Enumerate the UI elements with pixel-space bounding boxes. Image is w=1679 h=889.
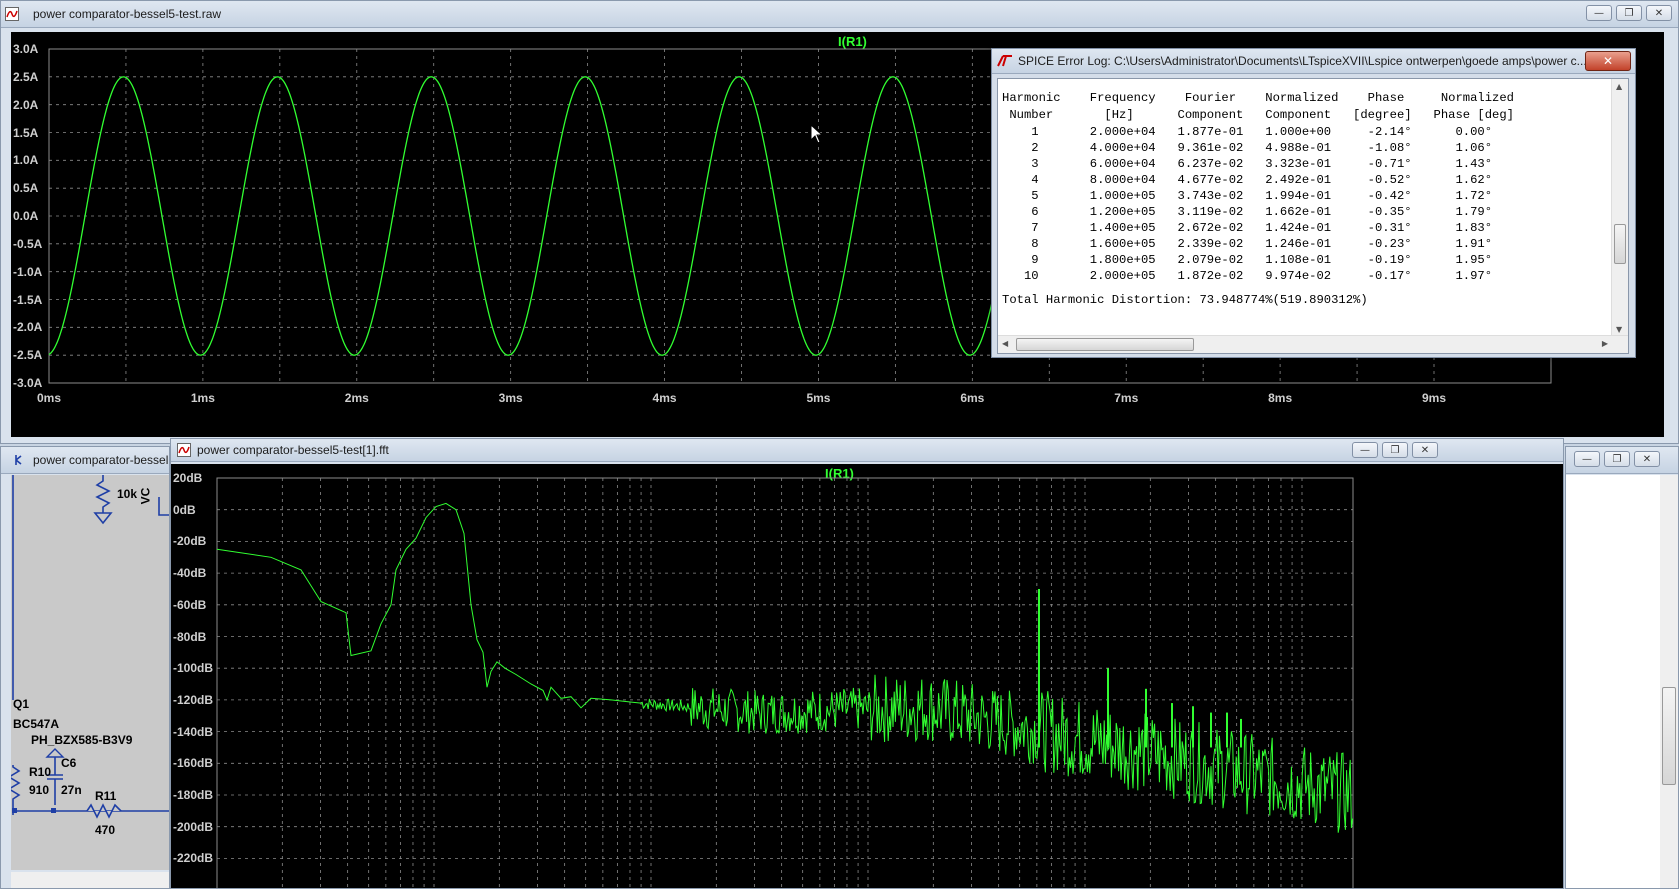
junction-dot (12, 808, 17, 813)
harmonic-row: 8 1.600e+05 2.339e-02 1.246e-01 -0.23° 1… (1002, 237, 1493, 251)
schematic-title: power comparator-bessel (33, 453, 169, 467)
background-window-buttons: — ❐ ✕ (1574, 451, 1660, 467)
zener-symbol (11, 765, 21, 815)
q1-label: Q1 (13, 697, 30, 711)
thd-line: Total Harmonic Distortion: 73.948774%(51… (1002, 293, 1368, 307)
error-log-content[interactable]: Harmonic Frequency Fourier Normalized Ph… (997, 78, 1629, 354)
vertical-scroll-thumb[interactable] (1614, 224, 1626, 264)
schematic-canvas[interactable]: 10k VC Q1 BC547A PH_BZX585-B3V9 R10 C6 9… (11, 475, 169, 870)
close-button[interactable]: ✕ (1634, 451, 1660, 467)
harmonic-row: 3 6.000e+04 6.237e-02 3.323e-01 -0.71° 1… (1002, 157, 1493, 171)
resistor-symbol (95, 475, 111, 513)
close-button[interactable]: ✕ (1646, 5, 1672, 21)
spice-error-log-window: SPICE Error Log: C:\Users\Administrator\… (991, 48, 1636, 358)
minimize-button[interactable]: — (1574, 451, 1600, 467)
harmonic-row: 6 1.200e+05 3.119e-02 1.662e-01 -0.35° 1… (1002, 205, 1493, 219)
harmonic-row: 9 1.800e+05 2.079e-02 1.108e-01 -0.19° 1… (1002, 253, 1493, 267)
restore-button[interactable]: ❐ (1604, 451, 1630, 467)
error-log-horizontal-scrollbar[interactable]: ◀ ▶ (998, 335, 1628, 353)
schematic-window: power comparator-bessel 10k VC Q1 BC547A… (0, 446, 170, 889)
fft-window-buttons: — ❐ ✕ (1352, 442, 1438, 458)
waveform-icon (177, 443, 191, 457)
fft-chart (216, 477, 1354, 888)
wire (158, 497, 169, 516)
mouse-cursor-icon (810, 123, 824, 144)
harmonic-row: 10 2.000e+05 1.872e-02 9.974e-02 -0.17° … (1002, 269, 1493, 283)
fft-noise-trace (640, 674, 1354, 833)
scroll-up-icon[interactable]: ▲ (1616, 82, 1622, 91)
error-log-title: SPICE Error Log: C:\Users\Administrator\… (1018, 54, 1587, 68)
r11-label: R11 (95, 789, 117, 803)
waveform-icon (5, 7, 19, 21)
harmonic-header-1: Harmonic Frequency Fourier Normalized Ph… (1002, 91, 1514, 105)
scroll-right-icon[interactable]: ▶ (1602, 339, 1608, 348)
horizontal-scroll-thumb[interactable] (1016, 338, 1194, 351)
close-button[interactable]: ✕ (1412, 442, 1438, 458)
plot-frame (216, 477, 1354, 888)
minimize-button[interactable]: — (1586, 5, 1612, 21)
schematic-horizontal-scrollbar[interactable] (11, 872, 169, 888)
junction-dot (51, 808, 56, 813)
harmonic-row: 1 2.000e+04 1.877e-01 1.000e+00 -2.14° 0… (1002, 125, 1493, 139)
r10-value-label: 910 (29, 783, 50, 797)
r11-value-label: 470 (95, 823, 116, 837)
harmonic-header-2: Number [Hz] Component Component [degree]… (1002, 108, 1514, 122)
c6-value-label: 27n (61, 783, 82, 797)
background-window: — ❐ ✕ (1565, 446, 1679, 889)
ltspice-icon (997, 55, 1012, 67)
fft-title: power comparator-bessel5-test[1].fft (197, 443, 389, 457)
background-canvas (1566, 475, 1660, 888)
waveform-titlebar[interactable]: power comparator-bessel5-test.raw — ❐ ✕ (1, 1, 1678, 28)
ground-icon (93, 512, 113, 525)
harmonic-row: 2 4.000e+04 9.361e-02 4.988e-01 -1.08° 1… (1002, 141, 1493, 155)
harmonic-row: 4 8.000e+04 4.677e-02 2.492e-01 -0.52° 1… (1002, 173, 1493, 187)
minimize-button[interactable]: — (1352, 442, 1378, 458)
error-log-close-button[interactable]: ✕ (1585, 51, 1631, 71)
error-log-vertical-scrollbar[interactable]: ▲ ▼ (1611, 79, 1628, 337)
scroll-down-icon[interactable]: ▼ (1616, 325, 1622, 334)
background-vertical-scrollbar[interactable] (1660, 475, 1678, 888)
schematic-icon (15, 455, 22, 465)
r10-label: R10 (29, 765, 52, 779)
net-label-vc: VC (138, 487, 153, 505)
c6-label: C6 (61, 756, 77, 770)
harmonic-row: 5 1.000e+05 3.743e-02 1.994e-01 -0.42° 1… (1002, 189, 1493, 203)
fft-trace-low (216, 502, 642, 709)
resistor-value-label: 10k (117, 487, 138, 501)
vertical-scroll-thumb[interactable] (1662, 687, 1676, 785)
resistor-symbol (86, 803, 122, 819)
schematic-drawing (11, 475, 169, 819)
waveform-window-buttons: — ❐ ✕ (1586, 5, 1672, 21)
error-log-titlebar[interactable]: SPICE Error Log: C:\Users\Administrator\… (992, 49, 1635, 74)
scroll-left-icon[interactable]: ◀ (1002, 339, 1008, 348)
schematic-titlebar[interactable]: power comparator-bessel (1, 447, 169, 474)
restore-button[interactable]: ❐ (1616, 5, 1642, 21)
zener-part-label: PH_BZX585-B3V9 (31, 733, 133, 747)
waveform-title: power comparator-bessel5-test.raw (33, 7, 222, 21)
fft-plot-area[interactable]: I(R1) 20dB 0dB -20dB -40dB -60dB -80dB -100dB -… (171, 464, 1563, 888)
fft-window: power comparator-bessel5-test[1].fft — ❐… (170, 438, 1564, 889)
background-titlebar[interactable]: — ❐ ✕ (1566, 447, 1678, 474)
q1-part-label: BC547A (13, 717, 60, 731)
harmonic-row: 7 1.400e+05 2.672e-02 1.424e-01 -0.31° 1… (1002, 221, 1493, 235)
fft-titlebar[interactable]: power comparator-bessel5-test[1].fft — ❐… (171, 439, 1563, 462)
restore-button[interactable]: ❐ (1382, 442, 1408, 458)
